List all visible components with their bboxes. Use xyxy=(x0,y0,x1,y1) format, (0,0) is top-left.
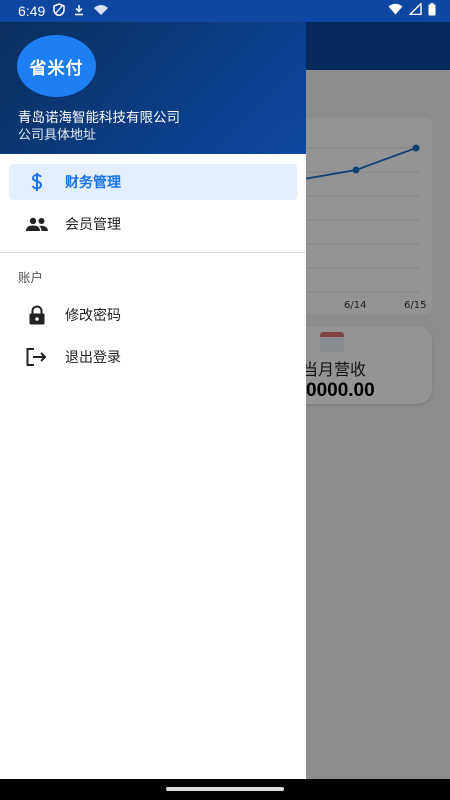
menu-item-label: 修改密码 xyxy=(65,308,121,324)
section-label-account: 账户 xyxy=(18,270,44,285)
lock-icon xyxy=(9,305,65,325)
menu-item-label: 退出登录 xyxy=(65,350,121,366)
people-icon xyxy=(9,217,65,231)
menu-item-change-password[interactable]: 修改密码 xyxy=(9,297,297,333)
battery-icon xyxy=(428,2,436,20)
menu-item-finance[interactable]: 财务管理 xyxy=(9,164,297,200)
company-name: 青岛诺海智能科技有限公司 xyxy=(18,110,180,126)
menu-item-label: 会员管理 xyxy=(65,217,121,233)
company-logo: 省米付 xyxy=(17,35,96,97)
download-icon xyxy=(73,4,85,19)
dollar-icon xyxy=(9,172,65,192)
company-address: 公司具体地址 xyxy=(18,128,97,143)
status-bar: 6:49 xyxy=(0,0,450,22)
wifi-icon xyxy=(93,4,109,19)
wifi-icon xyxy=(388,3,403,19)
menu-item-logout[interactable]: 退出登录 xyxy=(9,339,297,375)
menu-item-members[interactable]: 会员管理 xyxy=(9,206,297,242)
menu-item-label: 财务管理 xyxy=(65,175,121,191)
logout-icon xyxy=(9,348,65,366)
shield-icon xyxy=(53,3,65,19)
status-time: 6:49 xyxy=(18,3,46,19)
drawer-header: 省米付 青岛诺海智能科技有限公司 公司具体地址 xyxy=(0,22,306,154)
signal-icon xyxy=(408,1,422,19)
home-gesture-handle[interactable] xyxy=(166,787,284,791)
navigation-drawer: 省米付 青岛诺海智能科技有限公司 公司具体地址 财务管理 会员管理 账户 修改密… xyxy=(0,22,306,779)
system-nav-bar xyxy=(0,779,450,800)
